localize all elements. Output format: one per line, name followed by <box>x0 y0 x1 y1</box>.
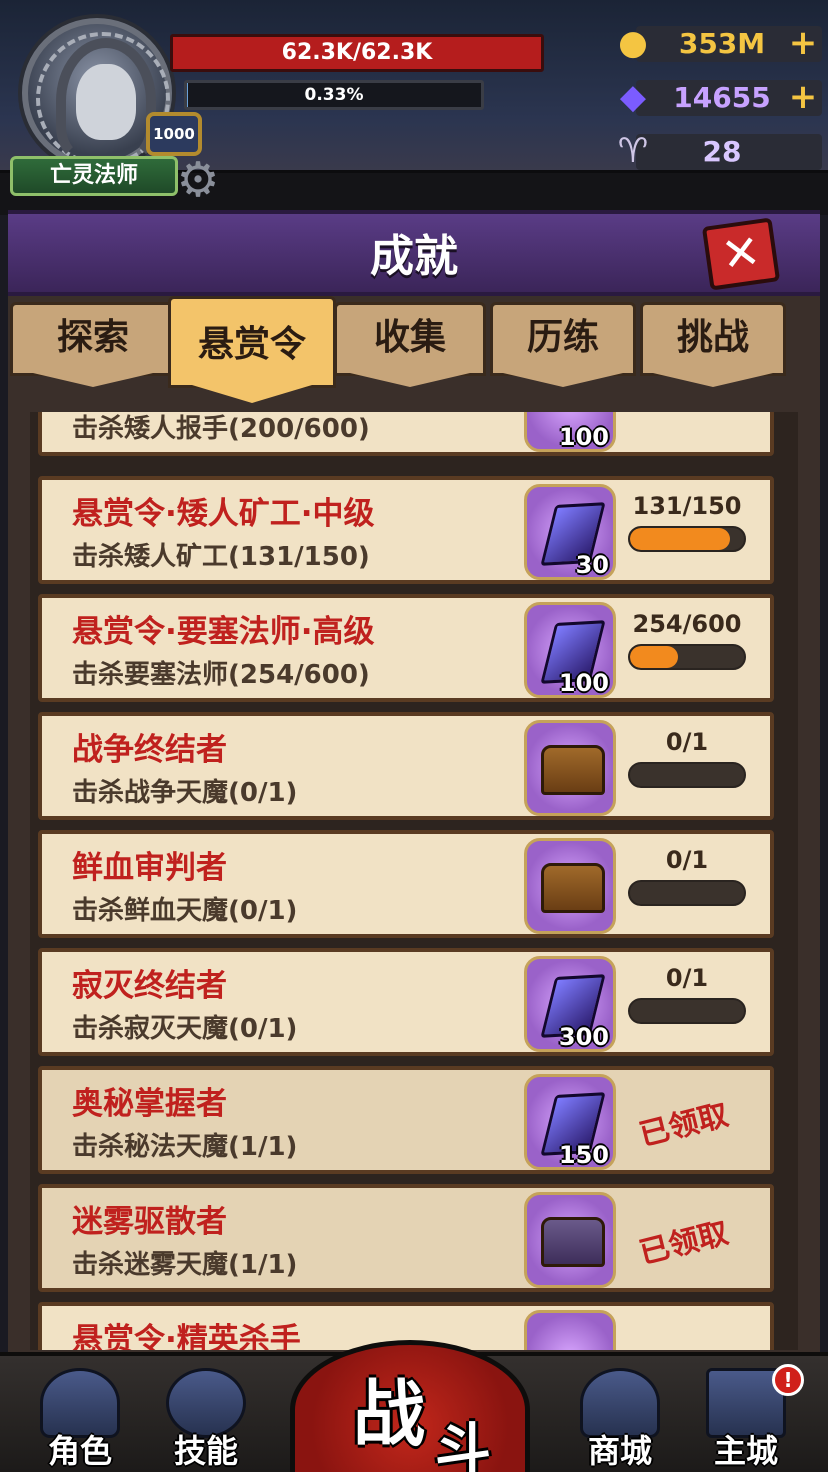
item-title: 悬赏令·要塞法师·高级 <box>72 614 375 650</box>
item-desc: 击杀矮人矿工(131/150) <box>72 542 370 572</box>
hp-text: 62.3K/62.3K <box>281 40 433 65</box>
reward-slot[interactable]: 150 <box>524 1074 616 1170</box>
settings-gear-icon[interactable]: ⚙ <box>168 150 228 210</box>
item-title: 悬赏令·精英杀手 <box>72 1322 301 1350</box>
exp-text: 0.33% <box>304 85 364 105</box>
item-title: 战争终结者 <box>72 732 227 768</box>
battle-label-1: 战 <box>353 1372 426 1456</box>
close-button[interactable]: ✕ <box>701 217 781 291</box>
progress-text: 0/1 <box>665 964 709 992</box>
list-item: 鲜血审判者 击杀鲜血天魔(0/1) 0/1 <box>38 830 774 938</box>
tab-collect[interactable]: 收集 <box>334 302 486 387</box>
nav-shop-label: 商城 <box>587 1432 652 1470</box>
list-item: 寂灭终结者 击杀寂灭天魔(0/1) 300 0/1 <box>38 948 774 1056</box>
exp-bar: 0.33% <box>184 80 484 110</box>
item-title: 悬赏令·矮人矿工·中级 <box>72 496 375 532</box>
tab-explore[interactable]: 探索 <box>10 302 176 387</box>
list-item: 战争终结者 击杀战争天魔(0/1) 0/1 <box>38 712 774 820</box>
achievement-list[interactable]: 击杀矮人报手(200/600) 100 悬赏令·矮人矿工·中级 击杀矮人矿工(1… <box>30 412 798 1350</box>
reward-count: 300 <box>558 1023 609 1051</box>
gold-value: 353M <box>678 27 766 60</box>
item-desc: 击杀鲜血天魔(0/1) <box>72 896 298 926</box>
reward-slot[interactable]: 300 <box>524 956 616 1052</box>
reward-slot[interactable] <box>524 720 616 816</box>
progress-bar <box>628 644 746 670</box>
gold-resource: ● 353M + <box>610 22 822 64</box>
list-item: 悬赏令·要塞法师·高级 击杀要塞法师(254/600) 100 254/600 <box>38 594 774 702</box>
item-desc: 击杀矮人报手(200/600) <box>72 414 370 444</box>
tab-training[interactable]: 历练 <box>490 302 636 387</box>
treasure-chest-icon <box>541 745 605 795</box>
claimed-stamp: 已领取 <box>635 1215 732 1272</box>
reward-slot[interactable] <box>524 1192 616 1288</box>
item-desc: 击杀迷雾天魔(1/1) <box>72 1250 298 1280</box>
progress-bar <box>628 762 746 788</box>
item-title: 奥秘掌握者 <box>72 1086 227 1122</box>
reward-slot[interactable]: 100 <box>524 602 616 698</box>
reward-count: 100 <box>558 669 609 697</box>
reward-slot[interactable]: 100 <box>524 412 616 452</box>
panel-header: 成就 <box>8 210 820 296</box>
item-desc: 击杀寂灭天魔(0/1) <box>72 1014 298 1044</box>
claimed-stamp: 已领取 <box>635 1097 732 1154</box>
nav-shop-button[interactable]: 商城 <box>566 1368 674 1472</box>
list-item: 悬赏令·矮人矿工·中级 击杀矮人矿工(131/150) 30 131/150 <box>38 476 774 584</box>
horn-resource: ♈ 28 <box>610 130 822 172</box>
purple-gem-icon: ◆ <box>619 77 647 117</box>
item-title: 鲜血审判者 <box>72 850 227 886</box>
add-gem-button[interactable]: + <box>786 78 820 116</box>
progress-fill <box>630 528 730 550</box>
progress-text: 131/150 <box>632 492 742 520</box>
progress-bar <box>628 880 746 906</box>
progress-fill <box>630 646 679 668</box>
ram-skull-icon: ♈ <box>617 131 649 171</box>
nav-skills-label: 技能 <box>173 1432 238 1470</box>
reward-count: 150 <box>558 1141 609 1169</box>
nav-main-city-label: 主城 <box>713 1432 778 1470</box>
list-item: 迷雾驱散者 击杀迷雾天魔(1/1) 已领取 <box>38 1184 774 1292</box>
panel-title: 成就 <box>370 231 458 282</box>
progress-text: 0/1 <box>665 846 709 874</box>
item-title: 迷雾驱散者 <box>72 1204 227 1240</box>
treasure-chest-icon <box>541 863 605 913</box>
item-desc: 击杀秘法天魔(1/1) <box>72 1132 298 1162</box>
class-name-plate: 亡灵法师 <box>10 156 178 196</box>
tab-bar: 探索 悬赏令 收集 历练 挑战 <box>8 296 820 406</box>
battle-button[interactable]: 战 斗 <box>290 1340 530 1472</box>
gem-resource: ◆ 14655 + <box>610 76 822 118</box>
list-item: 击杀矮人报手(200/600) 100 <box>38 412 774 456</box>
reward-count: 100 <box>558 423 609 451</box>
item-title: 寂灭终结者 <box>72 968 227 1004</box>
reward-slot[interactable] <box>524 1310 616 1350</box>
top-hud: 1000 亡灵法师 ⚙ 62.3K/62.3K 0.33% ● 353M + ◆… <box>0 0 828 215</box>
item-desc: 击杀战争天魔(0/1) <box>72 778 298 808</box>
progress-bar <box>628 998 746 1024</box>
horn-value: 28 <box>702 135 742 168</box>
nav-skills-button[interactable]: 技能 <box>152 1368 260 1472</box>
tab-bounty[interactable]: 悬赏令 <box>168 296 336 403</box>
hp-bar: 62.3K/62.3K <box>170 34 544 72</box>
list-item: 奥秘掌握者 击杀秘法天魔(1/1) 150 已领取 <box>38 1066 774 1174</box>
close-icon: ✕ <box>718 223 764 283</box>
reward-slot[interactable]: 30 <box>524 484 616 580</box>
notification-badge: ! <box>772 1364 804 1396</box>
progress-text: 254/600 <box>632 610 742 638</box>
item-desc: 击杀要塞法师(254/600) <box>72 660 370 690</box>
avatar-face <box>76 64 136 140</box>
nav-role-button[interactable]: 角色 <box>26 1368 134 1472</box>
add-gold-button[interactable]: + <box>786 24 820 62</box>
progress-bar <box>628 526 746 552</box>
gold-coin-icon: ● <box>618 23 648 63</box>
nav-role-label: 角色 <box>47 1432 112 1470</box>
progress-text: 0/1 <box>665 728 709 756</box>
gem-value: 14655 <box>673 81 771 114</box>
tab-challenge[interactable]: 挑战 <box>640 302 786 387</box>
open-treasure-chest-icon <box>541 1217 605 1267</box>
reward-count: 30 <box>575 551 609 579</box>
battle-label-2: 斗 <box>435 1418 491 1472</box>
reward-slot[interactable] <box>524 838 616 934</box>
